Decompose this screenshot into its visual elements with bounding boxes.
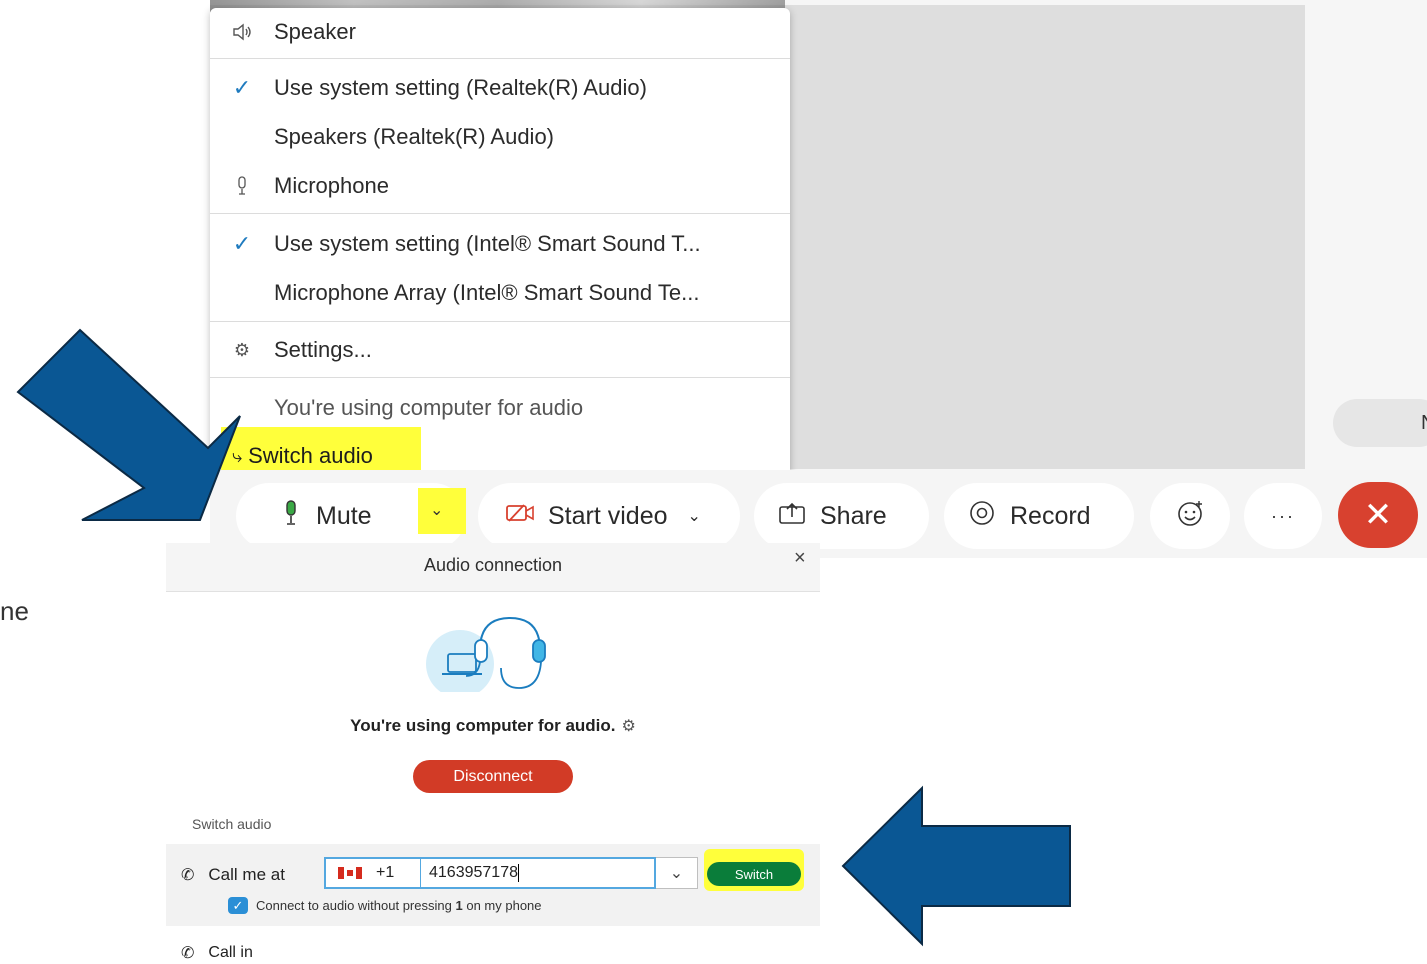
annotation-arrow-left xyxy=(841,785,1071,947)
cropped-text: ne xyxy=(0,596,29,626)
